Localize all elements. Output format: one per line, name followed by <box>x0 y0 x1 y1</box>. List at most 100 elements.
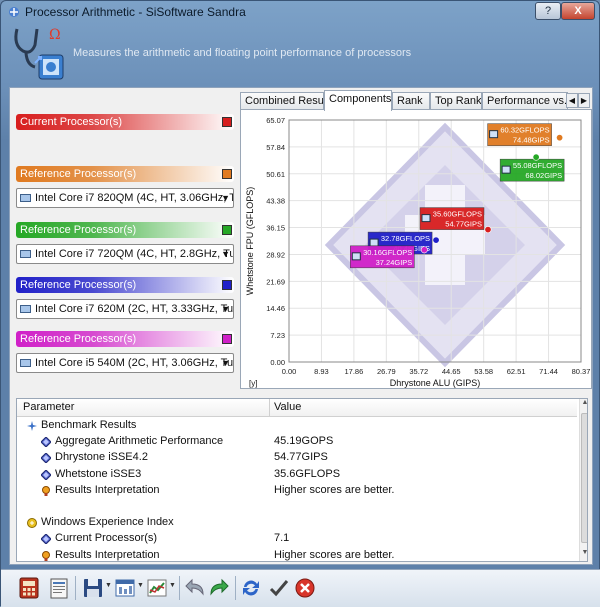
data-point <box>532 153 540 161</box>
data-label-gflops: 30.16GFLOPS <box>363 248 412 257</box>
data-label-gips: 68.02GIPS <box>525 171 562 180</box>
tab-combined-results[interactable]: Combined Results <box>240 92 324 110</box>
current-processor-bar[interactable]: Current Processor(s) <box>16 114 234 130</box>
y-tick-label: 50.61 <box>266 170 285 179</box>
reference-select-3[interactable]: Intel Core i7 620M (2C, HT, 3.33GHz, Tur… <box>16 299 234 319</box>
reference-swatch-4[interactable] <box>222 334 232 344</box>
reference-select-2[interactable]: Intel Core i7 720QM (4C, HT, 2.8GHz, Tur… <box>16 244 234 264</box>
reference-bar-1[interactable]: Reference Processor(s) <box>16 166 234 182</box>
options-dropdown-icon[interactable]: ▼ <box>137 582 145 592</box>
row-value: Higher scores are better. <box>274 483 395 496</box>
scroll-down-icon[interactable]: ▼ <box>580 549 587 561</box>
scroll-thumb[interactable] <box>581 413 587 543</box>
calculator-icon[interactable] <box>17 576 41 600</box>
reference-select-1[interactable]: Intel Core i7 820QM (4C, HT, 3.06GHz, Tu… <box>16 188 234 208</box>
table-row[interactable]: Dhrystone iSSE4.2 54.77GIPS <box>17 450 577 466</box>
scroll-up-icon[interactable]: ▲ <box>580 399 587 411</box>
bottom-toolbar: ▼ ▼ ▼ <box>1 569 600 607</box>
diamond-icon <box>41 437 51 448</box>
save-icon[interactable] <box>81 576 105 600</box>
current-processor-swatch[interactable] <box>222 117 232 127</box>
dropdown-arrow-icon[interactable]: ▼ <box>221 245 230 263</box>
column-divider[interactable] <box>269 399 270 417</box>
reference-swatch-1[interactable] <box>222 169 232 179</box>
data-label-gflops: 55.08GFLOPS <box>513 161 562 170</box>
benchmark-icon <box>27 421 37 431</box>
chart-icon[interactable] <box>145 576 169 600</box>
list-scrollbar[interactable]: ▲ ▼ <box>579 399 587 561</box>
data-point <box>432 236 440 244</box>
y-tick-label: 0.00 <box>270 358 285 367</box>
row-value: 35.6GFLOPS <box>274 467 341 480</box>
row-value: 54.77GIPS <box>274 451 328 464</box>
app-window: Processor Arithmetic - SiSoftware Sandra… <box>0 0 600 607</box>
column-header-value[interactable]: Value <box>274 401 301 413</box>
reference-select-4[interactable]: Intel Core i5 540M (2C, HT, 3.06GHz, Tur… <box>16 353 234 373</box>
x-tick-label: 53.58 <box>474 367 493 376</box>
x-tick-label: 62.51 <box>507 367 526 376</box>
row-parameter: Dhrystone iSSE4.2 <box>55 451 148 464</box>
options-icon[interactable] <box>113 576 137 600</box>
tab-performance-vs[interactable]: Performance vs. P <box>482 92 568 110</box>
column-header-parameter[interactable]: Parameter <box>23 401 74 413</box>
cancel-icon[interactable] <box>293 576 317 600</box>
y-tick-label: 65.07 <box>266 116 285 125</box>
reference-select-3-value: Intel Core i7 620M (2C, HT, 3.33GHz, Tur… <box>35 303 234 315</box>
help-button[interactable]: ? <box>535 2 561 20</box>
window-title: Processor Arithmetic - SiSoftware Sandra <box>25 5 246 19</box>
toolbar-separator <box>179 576 180 600</box>
toolbar-separator <box>75 576 76 600</box>
tab-components[interactable]: Components <box>324 90 392 111</box>
cpu-chip-icon <box>20 250 31 258</box>
reference-label-2: Reference Processor(s) <box>20 224 137 236</box>
x-tick-label: 17.86 <box>344 367 363 376</box>
table-row[interactable]: Results Interpretation Higher scores are … <box>17 483 577 499</box>
refresh-icon[interactable] <box>239 576 263 600</box>
reference-swatch-3[interactable] <box>222 280 232 290</box>
save-dropdown-icon[interactable]: ▼ <box>105 582 113 592</box>
table-row[interactable] <box>17 499 577 515</box>
tab-scroll-right-icon[interactable]: ▶ <box>578 93 590 108</box>
table-row[interactable]: Benchmark Results <box>17 418 577 434</box>
row-parameter: Benchmark Results <box>41 419 137 431</box>
reference-select-2-value: Intel Core i7 720QM (4C, HT, 2.8GHz, Tur <box>35 248 234 260</box>
y-tick-label: 14.46 <box>266 304 285 313</box>
tab-rank[interactable]: Rank <box>392 92 430 110</box>
list-header: Parameter Value <box>17 399 577 417</box>
back-icon[interactable] <box>183 576 207 600</box>
close-button[interactable]: X <box>561 2 595 20</box>
svg-text:Ω: Ω <box>49 27 61 43</box>
reference-bar-2[interactable]: Reference Processor(s) <box>16 222 234 238</box>
toolbar-separator <box>235 576 236 600</box>
dropdown-arrow-icon[interactable]: ▼ <box>221 354 230 372</box>
reference-bar-3[interactable]: Reference Processor(s) <box>16 277 234 293</box>
data-point <box>484 226 492 234</box>
reference-select-4-value: Intel Core i5 540M (2C, HT, 3.06GHz, Tur… <box>35 357 234 369</box>
table-row[interactable]: Current Processor(s) 7.1 <box>17 531 577 547</box>
corner-label: [y] <box>249 379 257 388</box>
chart-dropdown-icon[interactable]: ▼ <box>169 582 177 592</box>
x-tick-label: 44.65 <box>442 367 461 376</box>
dropdown-arrow-icon[interactable]: ▼ <box>221 189 230 207</box>
table-row[interactable]: Whetstone iSSE3 35.6GFLOPS <box>17 467 577 483</box>
ok-check-icon[interactable] <box>267 576 291 600</box>
table-row[interactable]: Windows Experience Index <box>17 515 577 531</box>
table-row[interactable]: Aggregate Arithmetic Performance 45.19GOP… <box>17 434 577 450</box>
y-tick-label: 43.38 <box>266 197 285 206</box>
reference-swatch-2[interactable] <box>222 225 232 235</box>
reference-bar-4[interactable]: Reference Processor(s) <box>16 331 234 347</box>
table-row[interactable]: Results Interpretation Higher scores are … <box>17 548 577 561</box>
report-icon[interactable] <box>47 576 71 600</box>
row-value: 7.1 <box>274 532 290 545</box>
tab-scroll-left-icon[interactable]: ◀ <box>566 93 578 108</box>
cpu-chip-icon <box>501 165 511 174</box>
cpu-chip-icon <box>351 252 361 261</box>
forward-icon[interactable] <box>207 576 231 600</box>
x-tick-label: 35.72 <box>409 367 428 376</box>
dropdown-arrow-icon[interactable]: ▼ <box>221 300 230 318</box>
x-tick-label: 26.79 <box>377 367 396 376</box>
tab-top-ranks[interactable]: Top Ranks <box>430 92 482 110</box>
diamond-icon <box>41 534 51 545</box>
data-point <box>420 246 428 254</box>
bulb-icon <box>42 485 50 496</box>
